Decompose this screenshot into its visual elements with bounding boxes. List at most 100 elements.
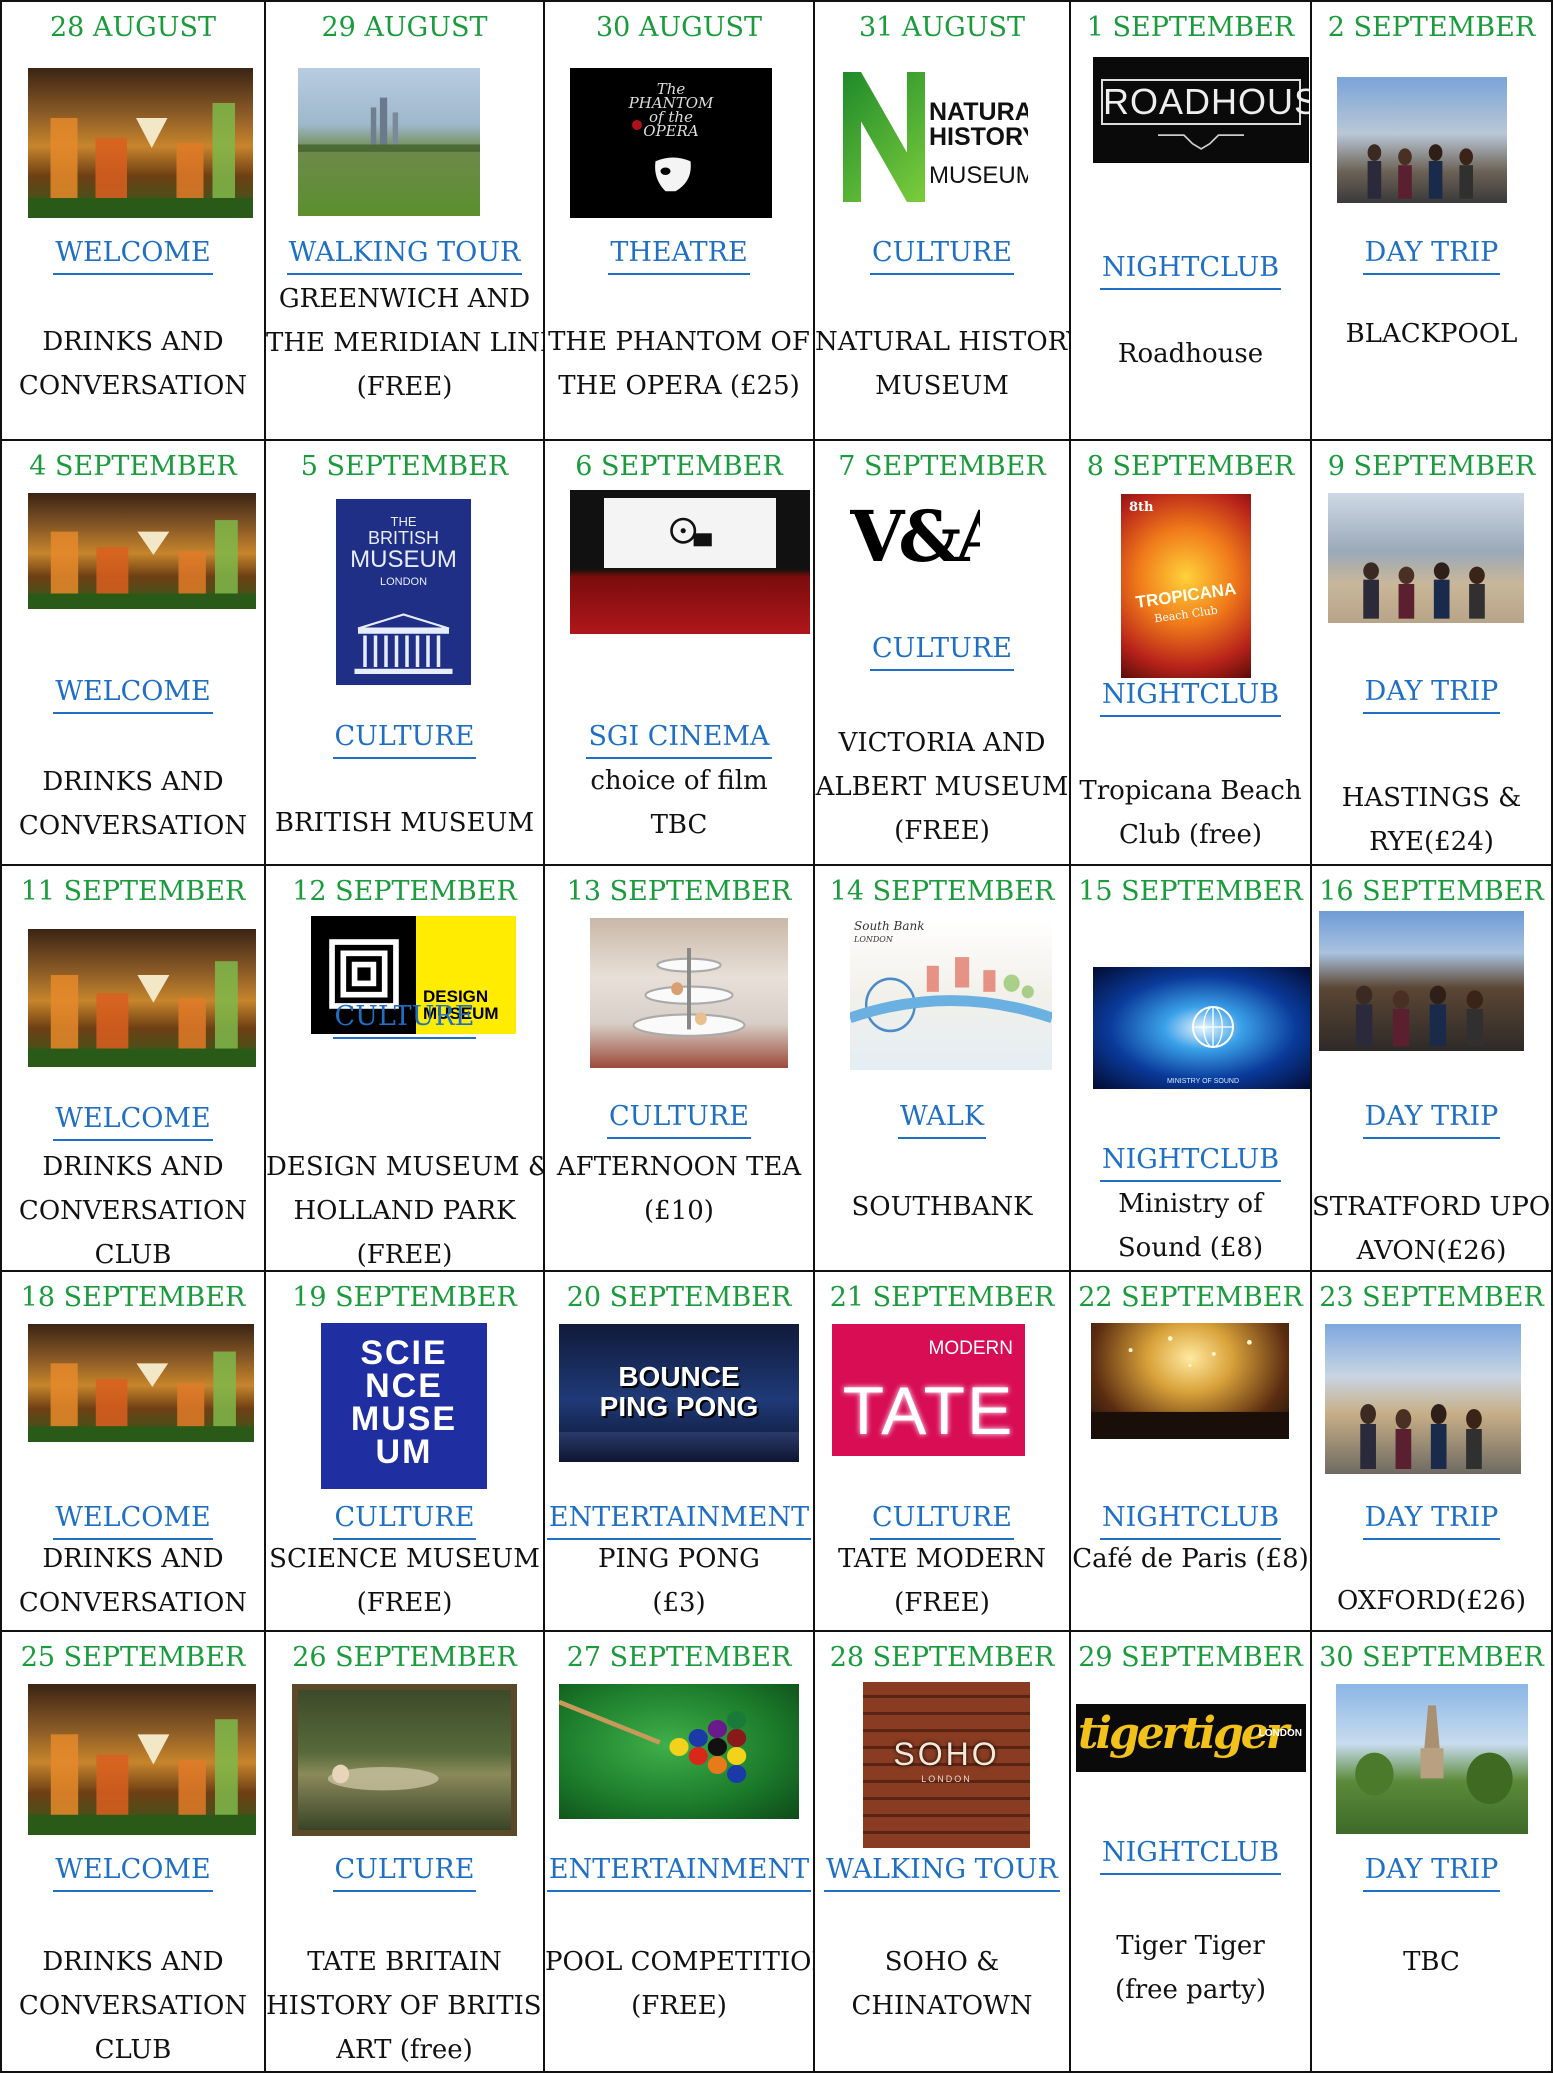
event-category-link[interactable]: CULTURE bbox=[332, 721, 477, 759]
calendar-day-cell: 1 SEPTEMBER ROADHOUSE NIGHTCLUB Roadhouse bbox=[1071, 0, 1312, 441]
event-category[interactable]: NIGHTCLUB bbox=[1071, 252, 1310, 290]
event-category-link[interactable]: WALKING TOUR bbox=[824, 1854, 1060, 1892]
event-category[interactable]: THEATRE bbox=[545, 237, 813, 275]
event-description-line: Roadhouse bbox=[1117, 339, 1264, 369]
event-category-link[interactable]: ENTERTAINMENT bbox=[546, 1502, 812, 1540]
event-category[interactable]: WELCOME bbox=[2, 1854, 264, 1892]
event-description-line: HOLLAND PARK bbox=[293, 1196, 516, 1226]
event-category[interactable]: WALK bbox=[815, 1101, 1069, 1139]
afternoon-tea-photo-image bbox=[590, 918, 788, 1068]
image-text: NATURAL bbox=[929, 98, 1028, 126]
event-category-link[interactable]: DAY TRIP bbox=[1362, 237, 1501, 275]
event-category-link[interactable]: CULTURE bbox=[607, 1101, 751, 1139]
image-text: UM bbox=[375, 1433, 433, 1471]
image-text: MINISTRY OF SOUND bbox=[1166, 1078, 1240, 1085]
calendar-day-cell: 4 SEPTEMBER WELCOME DRINKS AND CONVERSATIO… bbox=[0, 441, 266, 866]
phantom-of-the-opera-logo-image: The PHANTOM of the OPERA bbox=[570, 68, 772, 218]
event-category[interactable]: DAY TRIP bbox=[1312, 1854, 1551, 1892]
event-description: NATURAL HISTORY MUSEUM bbox=[815, 320, 1069, 408]
event-description-line: CONVERSATION bbox=[18, 1588, 248, 1618]
event-description-line: (free party) bbox=[1114, 1975, 1267, 2005]
event-description-line: (FREE) bbox=[356, 1240, 453, 1270]
event-category[interactable]: CULTURE bbox=[815, 237, 1069, 275]
event-category[interactable]: CULTURE bbox=[266, 721, 543, 759]
event-description: DRINKS AND CONVERSATION bbox=[2, 1537, 264, 1625]
south-bank-illustration-image: South Bank LONDON bbox=[850, 918, 1052, 1070]
event-category-link[interactable]: NIGHTCLUB bbox=[1099, 1144, 1282, 1182]
event-category-link[interactable]: DAY TRIP bbox=[1362, 1101, 1501, 1139]
event-category[interactable]: NIGHTCLUB bbox=[1071, 1837, 1310, 1875]
event-date: 29 AUGUST bbox=[321, 12, 488, 43]
event-category[interactable]: NIGHTCLUB bbox=[1071, 679, 1310, 717]
event-category-link[interactable]: THEATRE bbox=[608, 237, 750, 275]
event-category-link[interactable]: WELCOME bbox=[53, 1103, 213, 1141]
event-category-link[interactable]: CULTURE bbox=[332, 1502, 477, 1540]
event-description-line: HASTINGS & bbox=[1341, 783, 1522, 813]
event-date: 18 SEPTEMBER bbox=[20, 1282, 246, 1313]
event-description-line: (FREE) bbox=[894, 1588, 990, 1618]
event-category-link[interactable]: DAY TRIP bbox=[1362, 1502, 1501, 1540]
event-category-link[interactable]: SGI CINEMA bbox=[586, 721, 772, 759]
event-category[interactable]: NIGHTCLUB bbox=[1071, 1144, 1310, 1182]
event-category[interactable]: ENTERTAINMENT bbox=[545, 1502, 813, 1540]
event-category-link[interactable]: CULTURE bbox=[332, 1001, 477, 1039]
event-description-line: Ministry of bbox=[1118, 1189, 1263, 1219]
event-category[interactable]: CULTURE bbox=[266, 1001, 543, 1039]
event-category-link[interactable]: NIGHTCLUB bbox=[1099, 1837, 1282, 1875]
event-category[interactable]: CULTURE bbox=[545, 1101, 813, 1139]
calendar-day-cell: 29 AUGUST WALKING TOUR GREENWICH AND THE M… bbox=[266, 0, 545, 441]
calendar-day-cell: 12 SEPTEMBER DESIGN MUSEUM CULTURE DESIGN M… bbox=[266, 866, 545, 1272]
event-category[interactable]: ENTERTAINMENT bbox=[545, 1854, 813, 1892]
event-category-link[interactable]: WELCOME bbox=[53, 1854, 213, 1892]
event-description-line: CONVERSATION bbox=[18, 1991, 248, 2021]
event-description-line: HISTORY OF BRITISH bbox=[266, 1991, 545, 2021]
event-category-link[interactable]: NIGHTCLUB bbox=[1099, 679, 1282, 717]
event-date: 4 SEPTEMBER bbox=[29, 451, 237, 482]
event-category[interactable]: WELCOME bbox=[2, 676, 264, 714]
calendar-day-cell: 6 SEPTEMBER SGI CINEMA choice of film TBC bbox=[545, 441, 815, 866]
event-date: 28 AUGUST bbox=[49, 12, 217, 43]
event-category[interactable]: SGI CINEMA bbox=[545, 721, 813, 759]
event-category[interactable]: CULTURE bbox=[266, 1854, 543, 1892]
event-category-link[interactable]: CULTURE bbox=[870, 1502, 1014, 1540]
event-category[interactable]: CULTURE bbox=[815, 1502, 1069, 1540]
event-category[interactable]: WELCOME bbox=[2, 237, 264, 275]
event-description: choice of film TBC bbox=[545, 759, 813, 847]
event-category[interactable]: DAY TRIP bbox=[1312, 1101, 1551, 1139]
event-description-line: Tiger Tiger bbox=[1116, 1931, 1265, 1961]
calendar-day-cell: 21 SEPTEMBER MODERN TATE CULTURE TATE MODE… bbox=[815, 1272, 1071, 1632]
event-category[interactable]: WELCOME bbox=[2, 1103, 264, 1141]
event-category[interactable]: DAY TRIP bbox=[1312, 237, 1551, 275]
event-category-link[interactable]: WELCOME bbox=[53, 237, 213, 275]
event-category-link[interactable]: DAY TRIP bbox=[1362, 1854, 1501, 1892]
event-category-link[interactable]: CULTURE bbox=[870, 633, 1014, 671]
event-category-link[interactable]: WELCOME bbox=[53, 676, 213, 714]
event-category-link[interactable]: NIGHTCLUB bbox=[1099, 252, 1282, 290]
image-text: 8th bbox=[1129, 500, 1154, 515]
science-museum-logo-image: SCIE NCE MUSE UM bbox=[321, 1323, 487, 1489]
event-category[interactable]: CULTURE bbox=[815, 633, 1069, 671]
event-category-link[interactable]: WELCOME bbox=[53, 1502, 213, 1540]
event-date: 27 SEPTEMBER bbox=[566, 1642, 792, 1673]
calendar-day-cell: 11 SEPTEMBER WELCOME DRINKS AND CONVERSATI… bbox=[0, 866, 266, 1272]
cocktails-photo-image bbox=[28, 68, 253, 218]
event-category[interactable]: WALKING TOUR bbox=[266, 237, 543, 275]
hastings-beach-photo-image bbox=[1328, 493, 1524, 623]
event-category[interactable]: CULTURE bbox=[266, 1502, 543, 1540]
event-category[interactable]: WALKING TOUR bbox=[815, 1854, 1069, 1892]
event-category[interactable]: DAY TRIP bbox=[1312, 676, 1551, 714]
event-category-link[interactable]: CULTURE bbox=[870, 237, 1014, 275]
event-category-link[interactable]: CULTURE bbox=[332, 1854, 477, 1892]
event-category-link[interactable]: DAY TRIP bbox=[1362, 676, 1501, 714]
event-description-line: ART (free) bbox=[336, 2035, 473, 2065]
event-category[interactable]: NIGHTCLUB bbox=[1071, 1502, 1310, 1540]
event-category-link[interactable]: WALK bbox=[897, 1101, 986, 1139]
event-category[interactable]: WELCOME bbox=[2, 1502, 264, 1540]
event-category-link[interactable]: ENTERTAINMENT bbox=[546, 1854, 812, 1892]
event-category-link[interactable]: NIGHTCLUB bbox=[1099, 1502, 1282, 1540]
event-description-line: choice of film bbox=[590, 766, 768, 796]
calendar-day-cell: 28 SEPTEMBER SOHO LONDON WALKING TOUR SOHO… bbox=[815, 1632, 1071, 2073]
event-category-link[interactable]: WALKING TOUR bbox=[286, 237, 523, 275]
event-description-line: Tropicana Beach bbox=[1079, 776, 1302, 806]
event-category[interactable]: DAY TRIP bbox=[1312, 1502, 1551, 1540]
